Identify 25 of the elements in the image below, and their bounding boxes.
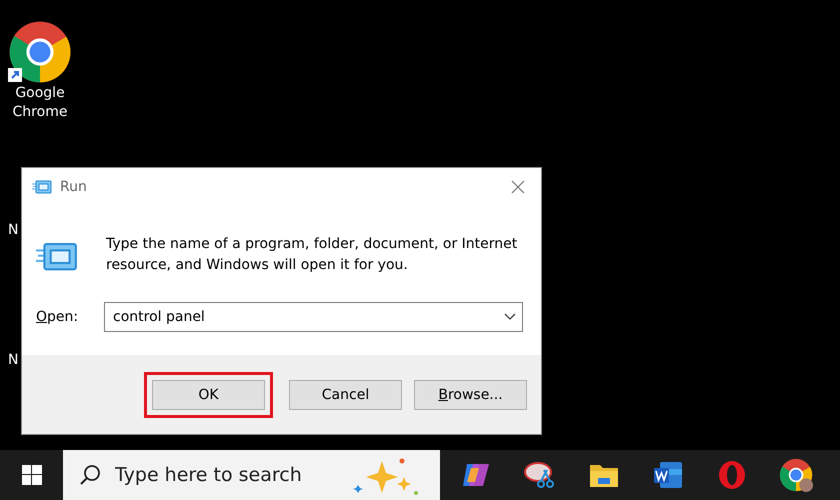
word-icon[interactable] <box>652 460 684 490</box>
windows-logo-icon <box>22 465 42 485</box>
run-icon <box>32 180 52 194</box>
dialog-button[interactable]: OK <box>152 380 265 410</box>
instruction-text: Type the name of a program, folder, document, or Internet resource, and Windows will open it for you. <box>106 235 518 275</box>
icon-label: N <box>8 221 18 240</box>
open-input[interactable]: control panel <box>113 309 504 325</box>
dialog-button[interactable]: Cancel <box>289 380 402 410</box>
chevron-down-icon[interactable] <box>504 313 516 321</box>
icon-label: Google Chrome <box>12 84 68 122</box>
icon-label: N <box>8 351 18 370</box>
search-bar[interactable]: Type here to search <box>63 450 440 500</box>
window-title: Run <box>60 179 87 195</box>
open-label: Open: <box>36 309 80 325</box>
folder-icon[interactable] <box>589 462 619 488</box>
close-icon <box>511 180 525 194</box>
chrome-icon[interactable] <box>8 20 72 84</box>
search-input[interactable]: Type here to search <box>113 463 337 487</box>
dialog-button[interactable]: Browse... <box>414 380 527 410</box>
open-combobox[interactable]: control panel <box>104 302 523 332</box>
run-icon <box>36 242 78 272</box>
search-icon <box>79 464 101 486</box>
chrome-icon[interactable] <box>779 458 813 492</box>
scissors-icon[interactable] <box>523 460 557 490</box>
opera-icon[interactable] <box>717 460 747 490</box>
